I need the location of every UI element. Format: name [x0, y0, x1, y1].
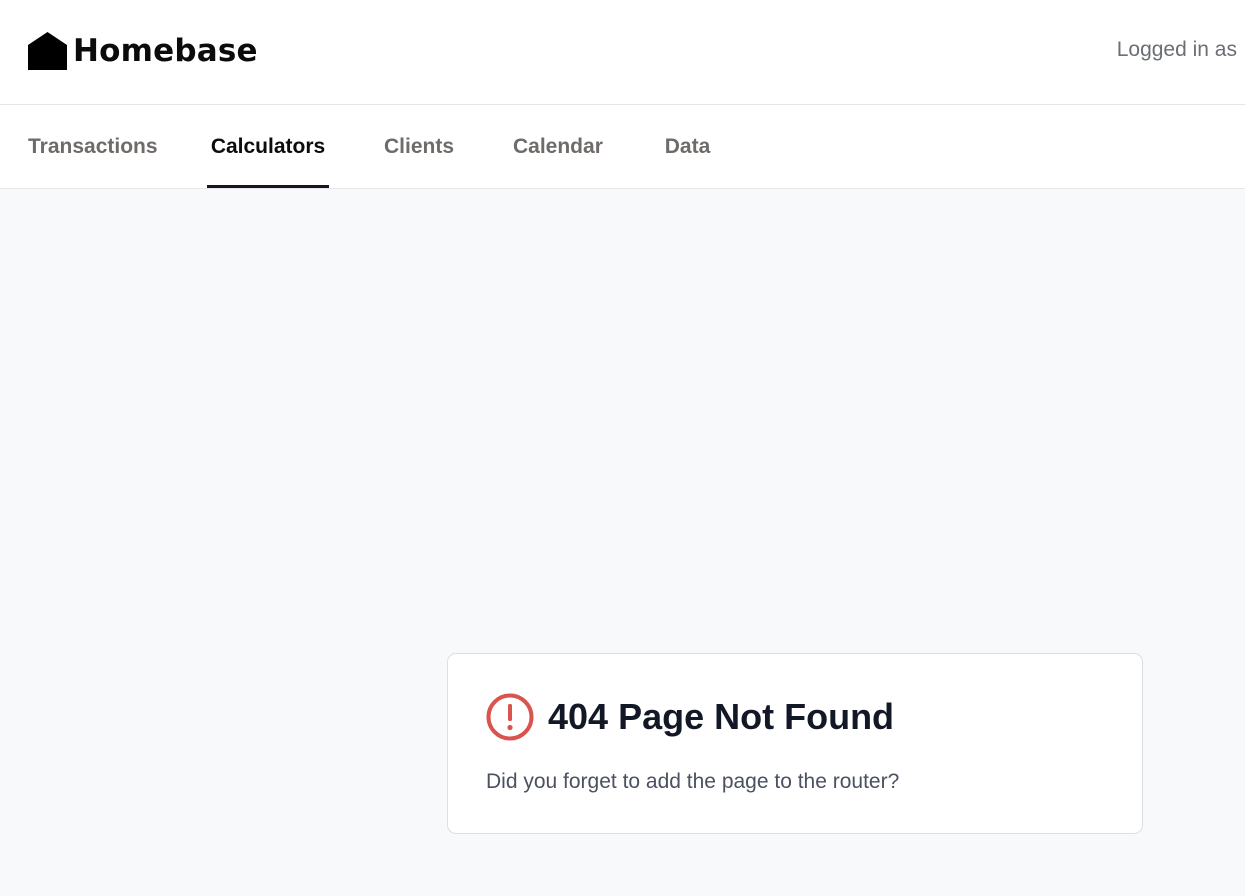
error-card: 404 Page Not Found Did you forget to add…	[447, 653, 1143, 834]
tab-data[interactable]: Data	[664, 105, 711, 188]
tab-transactions[interactable]: Transactions	[28, 105, 158, 188]
logged-in-label: Logged in as	[1116, 38, 1237, 61]
house-icon	[28, 32, 67, 70]
tab-calculators[interactable]: Calculators	[207, 105, 329, 188]
error-title: 404 Page Not Found	[548, 696, 895, 737]
top-header: Homebase Logged in as	[0, 0, 1245, 105]
error-header: 404 Page Not Found	[486, 692, 894, 742]
tab-clients[interactable]: Clients	[384, 105, 454, 188]
homebase-logo[interactable]: Homebase	[28, 29, 258, 73]
main-nav: Transactions Calculators Clients Calenda…	[0, 105, 1245, 189]
alert-circle-icon	[486, 693, 534, 741]
tab-calendar[interactable]: Calendar	[513, 105, 603, 188]
brand-name: Homebase	[73, 33, 258, 69]
error-message: Did you forget to add the page to the ro…	[486, 770, 900, 793]
